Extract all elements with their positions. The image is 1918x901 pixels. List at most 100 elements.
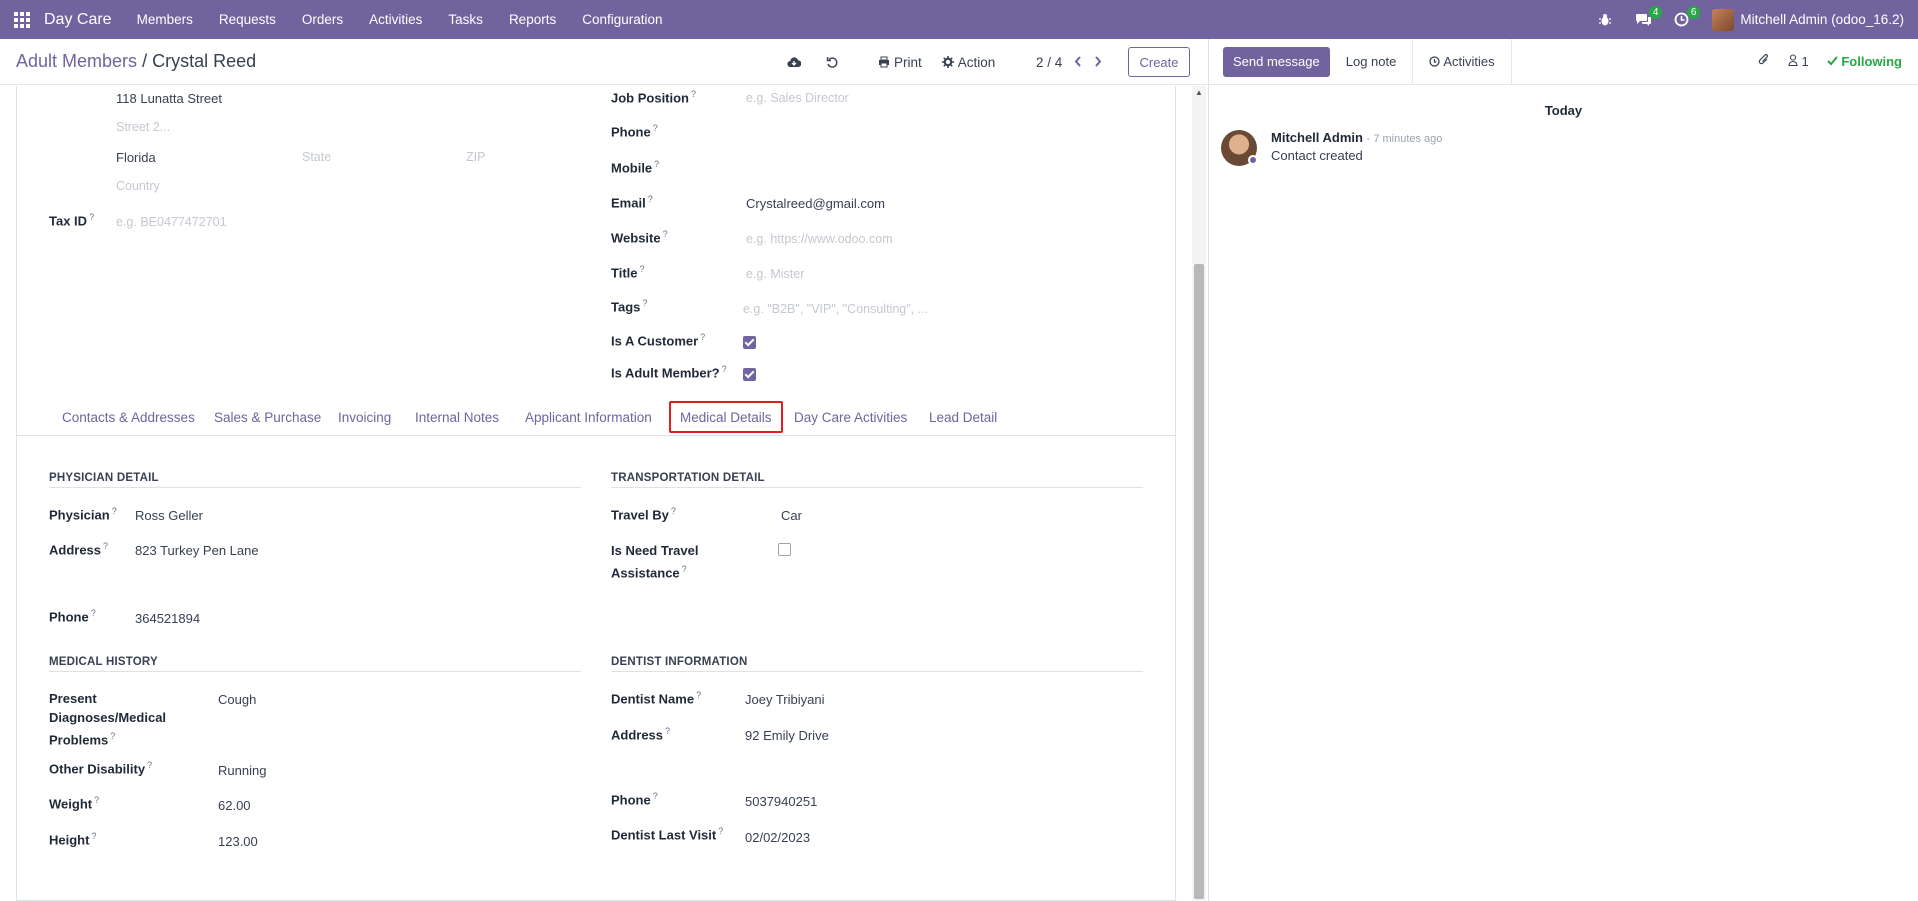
disability-field[interactable]: Running — [218, 763, 266, 778]
tags-field[interactable]: e.g. "B2B", "VIP", "Consulting", ... — [743, 302, 928, 316]
following-button[interactable]: Following — [1827, 54, 1902, 69]
messages-count-badge: 4 — [1648, 6, 1663, 19]
medical-history-section-title: MEDICAL HISTORY — [49, 656, 158, 668]
title-field[interactable]: e.g. Mister — [746, 267, 804, 281]
mobile-field[interactable] — [746, 159, 1146, 177]
email-field[interactable]: Crystalreed@gmail.com — [746, 196, 885, 211]
is-adult-member-checkbox[interactable] — [743, 368, 756, 381]
dentist-address-field[interactable]: 92 Emily Drive — [745, 728, 829, 743]
message-author[interactable]: Mitchell Admin — [1271, 130, 1363, 145]
debug-bug-icon[interactable] — [1590, 0, 1620, 39]
dentist-name-field[interactable]: Joey Tribiyani — [745, 692, 824, 707]
print-button[interactable]: Print — [868, 55, 932, 70]
tab-applicant-information[interactable]: Applicant Information — [525, 398, 652, 436]
chatter-panel: Send message Log note Activities 1 Follo… — [1208, 38, 1918, 901]
tab-invoicing[interactable]: Invoicing — [338, 398, 391, 436]
pager-value[interactable]: 2 / 4 — [1036, 55, 1062, 70]
travel-by-field[interactable]: Car — [781, 508, 802, 523]
dentist-phone-field[interactable]: 5037940251 — [745, 794, 817, 809]
is-adult-member-label: Is Adult Member?? — [611, 364, 727, 381]
section-divider — [49, 487, 581, 488]
activities-clock-icon[interactable]: 6 — [1666, 0, 1701, 39]
menu-requests[interactable]: Requests — [206, 12, 289, 27]
control-panel: Adult Members / Crystal Reed Print Actio… — [0, 39, 1208, 85]
physician-phone-label: Phone? — [49, 608, 96, 625]
physician-phone-field[interactable]: 364521894 — [135, 611, 200, 626]
message-time: - 7 minutes ago — [1366, 133, 1443, 145]
dentist-last-visit-field[interactable]: 02/02/2023 — [745, 830, 810, 845]
form-sheet — [16, 86, 1176, 901]
menu-orders[interactable]: Orders — [289, 12, 356, 27]
menu-activities[interactable]: Activities — [356, 12, 435, 27]
tab-internal-notes[interactable]: Internal Notes — [415, 398, 499, 436]
notebook-tabs: Contacts & Addresses Sales & Purchase In… — [16, 398, 1176, 436]
pager-next-icon[interactable] — [1094, 55, 1102, 70]
mobile-label: Mobile? — [611, 159, 660, 176]
dentist-address-label: Address? — [611, 726, 671, 743]
app-name[interactable]: Day Care — [44, 11, 112, 29]
diagnoses-label: Present Diagnoses/Medical Problems? — [49, 691, 167, 748]
tab-day-care-activities[interactable]: Day Care Activities — [794, 398, 907, 436]
tab-contacts-addresses[interactable]: Contacts & Addresses — [62, 398, 195, 436]
save-cloud-icon[interactable] — [780, 48, 808, 76]
weight-label: Weight? — [49, 795, 100, 812]
user-avatar[interactable] — [1712, 8, 1735, 31]
scrollbar-thumb[interactable] — [1194, 264, 1204, 899]
log-note-button[interactable]: Log note — [1330, 39, 1413, 85]
height-label: Height? — [49, 831, 97, 848]
author-avatar[interactable] — [1221, 130, 1258, 166]
send-message-button[interactable]: Send message — [1223, 46, 1330, 77]
country-field[interactable]: Country — [116, 179, 160, 193]
diagnoses-field[interactable]: Cough — [218, 692, 256, 707]
clock-icon — [1429, 56, 1440, 67]
street2-field[interactable]: Street 2... — [116, 120, 170, 134]
activities-button[interactable]: Activities — [1412, 38, 1512, 85]
create-button[interactable]: Create — [1128, 47, 1190, 77]
phone-field[interactable] — [746, 123, 1146, 141]
zip-field[interactable]: ZIP — [466, 150, 485, 164]
is-customer-checkbox[interactable] — [743, 336, 756, 349]
is-customer-label: Is A Customer? — [611, 332, 706, 349]
transport-section-title: TRANSPORTATION DETAIL — [611, 472, 765, 484]
pager-prev-icon[interactable] — [1074, 55, 1082, 70]
website-field[interactable]: e.g. https://www.odoo.com — [746, 232, 893, 246]
breadcrumb-parent[interactable]: Adult Members — [16, 51, 137, 71]
tax-id-label: Tax ID? — [49, 212, 95, 229]
menu-tasks[interactable]: Tasks — [435, 12, 496, 27]
physician-field[interactable]: Ross Geller — [135, 508, 203, 523]
menu-members[interactable]: Members — [124, 12, 206, 27]
messages-icon[interactable]: 4 — [1628, 0, 1663, 39]
tab-lead-detail[interactable]: Lead Detail — [929, 398, 997, 436]
followers-count: 1 — [1801, 54, 1809, 69]
city-field[interactable]: Florida — [116, 150, 156, 165]
height-field[interactable]: 123.00 — [218, 834, 258, 849]
section-divider — [611, 487, 1143, 488]
followers-button[interactable]: 1 — [1788, 54, 1809, 69]
form-scrollbar[interactable]: ▲ — [1192, 86, 1206, 901]
apps-menu-icon[interactable] — [0, 0, 44, 39]
email-label: Email? — [611, 194, 653, 211]
action-button[interactable]: Action — [932, 55, 1006, 70]
pager: 2 / 4 — [1036, 39, 1102, 85]
menu-configuration[interactable]: Configuration — [569, 12, 675, 27]
street-field[interactable]: 118 Lunatta Street — [116, 91, 222, 106]
job-position-field[interactable]: e.g. Sales Director — [746, 91, 849, 105]
discard-undo-icon[interactable] — [818, 48, 846, 76]
breadcrumb: Adult Members / Crystal Reed — [0, 51, 256, 72]
message-text: Contact created — [1271, 148, 1363, 163]
weight-field[interactable]: 62.00 — [218, 798, 251, 813]
physician-section-title: PHYSICIAN DETAIL — [49, 472, 159, 484]
website-label: Website? — [611, 229, 668, 246]
tab-sales-purchase[interactable]: Sales & Purchase — [214, 398, 321, 436]
attachment-paperclip-icon[interactable] — [1758, 53, 1770, 70]
tax-id-field[interactable]: e.g. BE0477472701 — [116, 215, 227, 229]
menu-reports[interactable]: Reports — [496, 12, 569, 27]
user-menu[interactable]: Mitchell Admin (odoo_16.2) — [1740, 12, 1904, 27]
scroll-up-arrow-icon[interactable]: ▲ — [1195, 88, 1203, 97]
physician-address-field[interactable]: 823 Turkey Pen Lane — [135, 543, 259, 558]
state-field[interactable]: State — [302, 150, 331, 164]
check-icon — [1827, 56, 1838, 66]
need-assist-checkbox[interactable] — [778, 543, 791, 556]
tab-medical-details[interactable]: Medical Details — [669, 401, 783, 433]
need-assist-label: Is Need Travel Assistance? — [611, 543, 699, 581]
